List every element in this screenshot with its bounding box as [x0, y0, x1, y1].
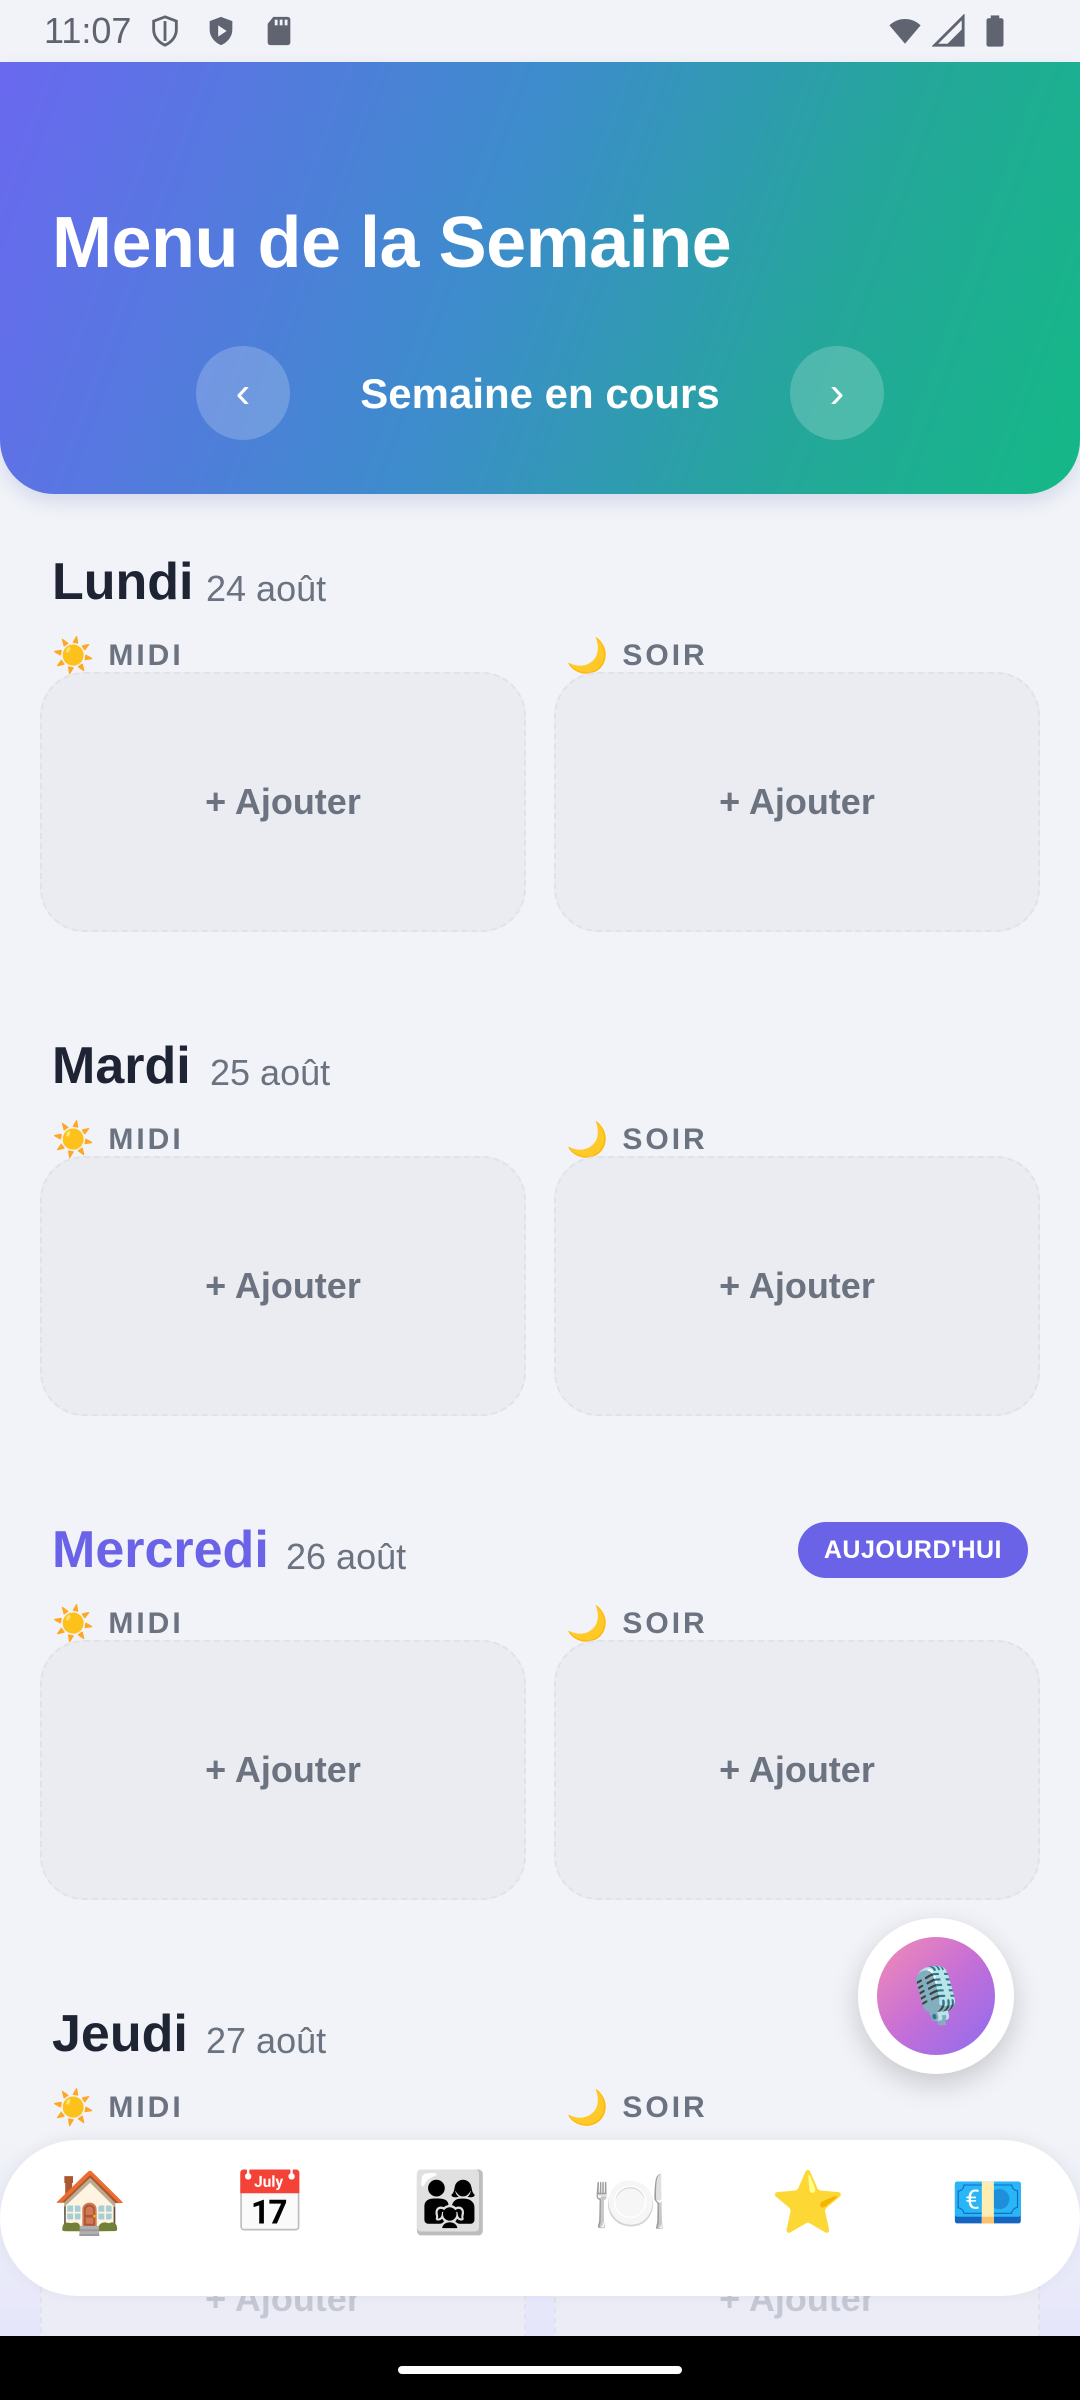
lunch-label: ☀️ MIDI — [52, 636, 184, 676]
dinner-label-text: SOIR — [622, 1123, 708, 1156]
system-navigation-bar — [0, 2336, 1080, 2400]
sun-icon: ☀️ — [52, 2089, 95, 2127]
dinner-label-text: SOIR — [622, 2091, 708, 2124]
battery-icon — [986, 15, 1004, 47]
dinner-label-text: SOIR — [622, 1607, 708, 1640]
dinner-label: 🌙 SOIR — [566, 1604, 708, 1644]
bottom-navigation: 🏠 📅 👨‍👩‍👧 🍽️ ⭐ 💶 — [0, 2140, 1080, 2296]
nav-calendar-icon[interactable]: 📅 — [220, 2152, 320, 2252]
add-lunch-button[interactable]: + Ajouter — [40, 1156, 526, 1416]
sun-icon: ☀️ — [52, 637, 95, 675]
nav-meals-icon[interactable]: 🍽️ — [580, 2152, 680, 2252]
add-dinner-button[interactable]: + Ajouter — [554, 1156, 1040, 1416]
lunch-label-text: MIDI — [108, 639, 184, 672]
day-date: 26 août — [286, 1536, 407, 1577]
shield-icon — [152, 15, 178, 47]
moon-icon: 🌙 — [566, 637, 609, 675]
add-lunch-button[interactable]: + Ajouter — [40, 672, 526, 932]
sun-icon: ☀️ — [52, 1605, 95, 1643]
lunch-label-text: MIDI — [108, 2091, 184, 2124]
dinner-label: 🌙 SOIR — [566, 1120, 708, 1160]
day-date: 24 août — [206, 568, 327, 609]
nav-family-icon[interactable]: 👨‍👩‍👧 — [400, 2152, 500, 2252]
next-week-button[interactable]: › — [790, 346, 884, 440]
voice-assistant-button[interactable]: 🎙️ — [858, 1918, 1014, 2074]
play-protect-icon — [209, 16, 233, 46]
sun-icon: ☀️ — [52, 1121, 95, 1159]
lunch-label-text: MIDI — [108, 1607, 184, 1640]
add-lunch-button[interactable]: + Ajouter — [40, 1640, 526, 1900]
day-name: Lundi — [52, 553, 194, 611]
nav-budget-icon[interactable]: 💶 — [938, 2152, 1038, 2252]
lunch-label: ☀️ MIDI — [52, 1120, 184, 1160]
microphone-icon: 🎙️ — [877, 1937, 995, 2055]
wifi-icon — [889, 18, 921, 44]
dinner-label: 🌙 SOIR — [566, 2088, 708, 2128]
home-gesture-handle[interactable] — [398, 2366, 682, 2374]
dinner-label-text: SOIR — [622, 639, 708, 672]
status-bar: 11:07 — [0, 0, 1080, 62]
day-name: Mardi — [52, 1037, 191, 1095]
moon-icon: 🌙 — [566, 2089, 609, 2127]
day-date: 25 août — [210, 1052, 331, 1093]
dinner-label: 🌙 SOIR — [566, 636, 708, 676]
lunch-label: ☀️ MIDI — [52, 2088, 184, 2128]
chevron-right-icon: › — [829, 368, 845, 417]
signal-icon — [932, 14, 965, 47]
nav-home-icon[interactable]: 🏠 — [40, 2152, 140, 2252]
week-label: Semaine en cours — [360, 370, 720, 417]
page-title: Menu de la Semaine — [52, 203, 732, 283]
day-name: Jeudi — [52, 2005, 188, 2063]
add-dinner-button[interactable]: + Ajouter — [554, 672, 1040, 932]
lunch-label-text: MIDI — [108, 1123, 184, 1156]
nav-favorites-icon[interactable]: ⭐ — [758, 2152, 858, 2252]
add-dinner-button[interactable]: + Ajouter — [554, 1640, 1040, 1900]
status-time: 11:07 — [44, 10, 132, 51]
today-badge: AUJOURD'HUI — [797, 1522, 1028, 1578]
week-header: Menu de la Semaine ‹ Semaine en cours › — [0, 62, 1080, 494]
moon-icon: 🌙 — [566, 1605, 609, 1643]
day-date: 27 août — [206, 2020, 327, 2061]
sd-card-icon — [267, 16, 291, 46]
day-name: Mercredi — [52, 1521, 269, 1579]
lunch-label: ☀️ MIDI — [52, 1604, 184, 1644]
moon-icon: 🌙 — [566, 1121, 609, 1159]
